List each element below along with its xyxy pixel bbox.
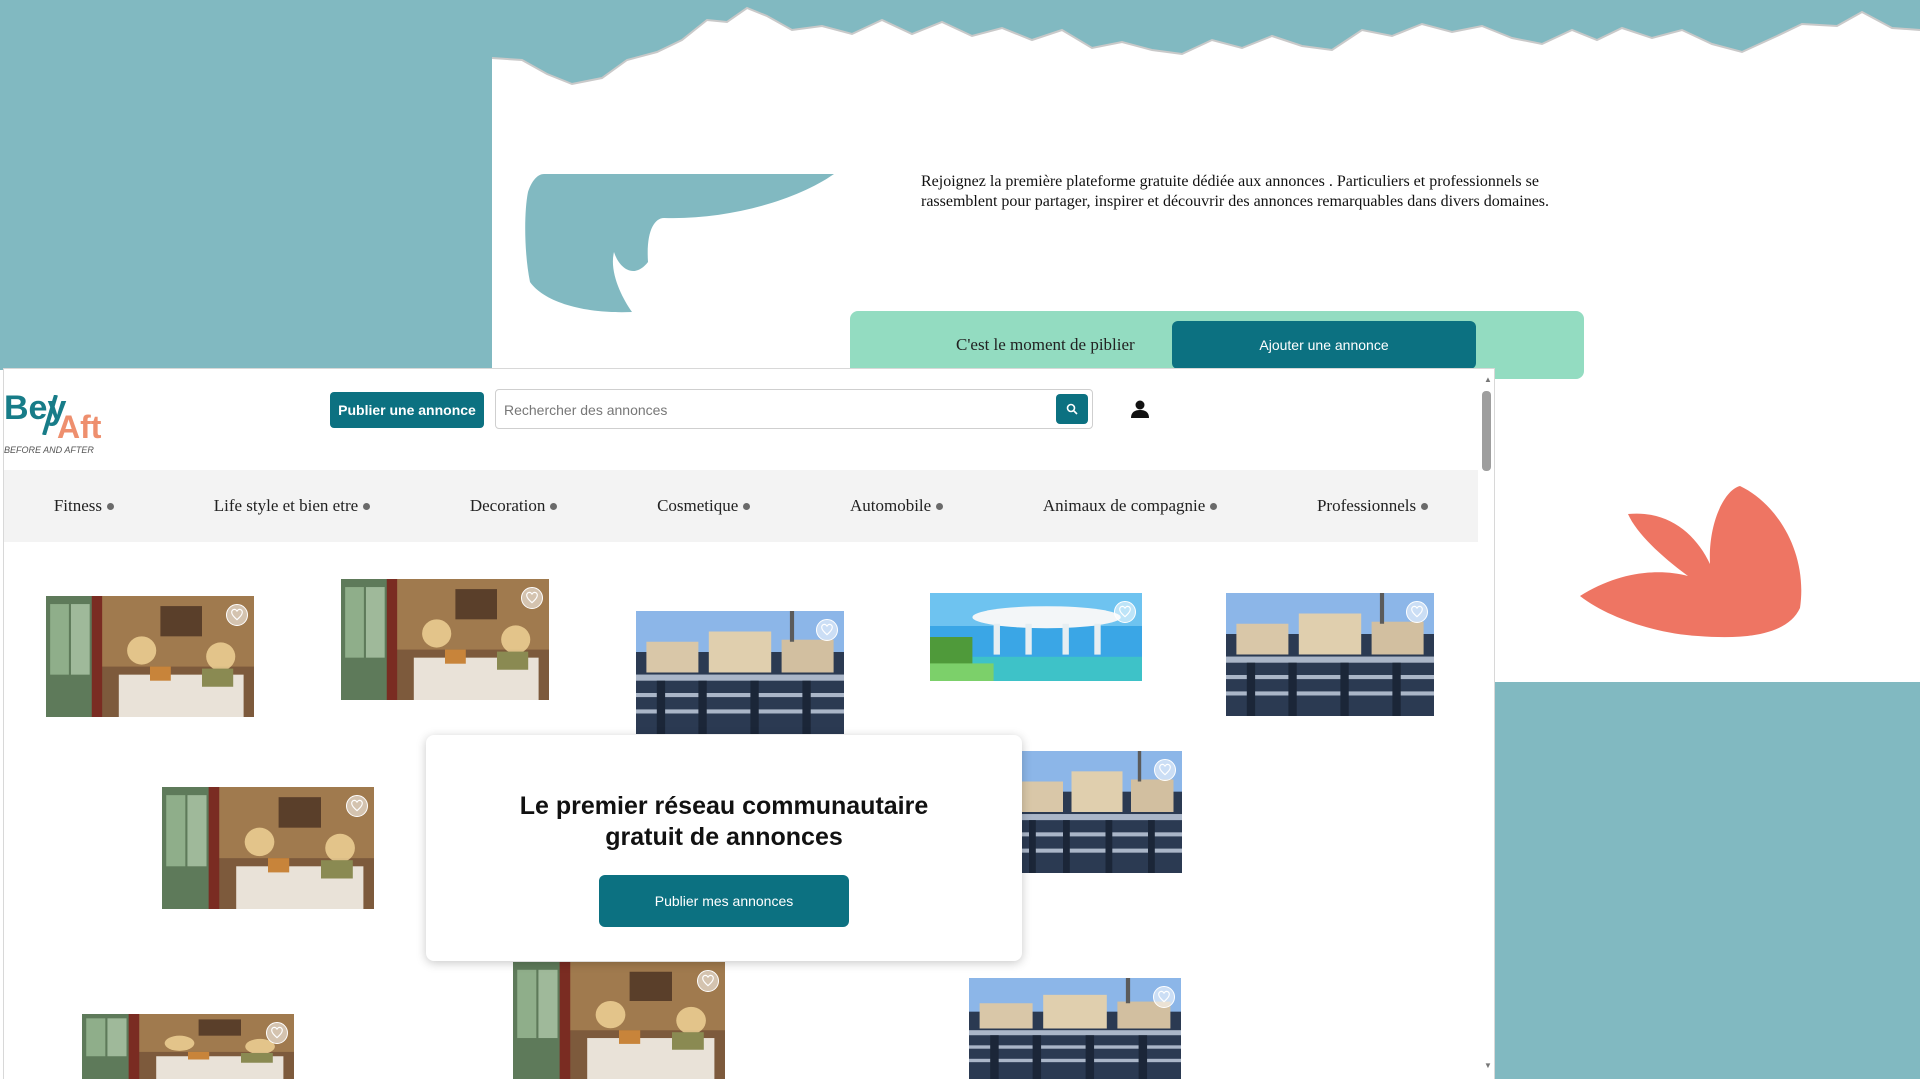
listing-card[interactable] (341, 579, 549, 700)
site-preview-window: Bey Aft BEFORE AND AFTER Publier une ann… (4, 369, 1494, 1079)
listing-card[interactable] (162, 787, 374, 909)
scroll-up-icon[interactable]: ▲ (1484, 375, 1492, 384)
favorite-button[interactable] (266, 1022, 288, 1044)
listing-card[interactable] (513, 962, 725, 1079)
nav-label: Decoration (469, 496, 546, 515)
heart-icon (701, 974, 715, 988)
listing-photo (162, 787, 374, 909)
favorite-button[interactable] (521, 587, 543, 609)
dot-icon (1421, 502, 1429, 510)
listing-card[interactable] (969, 978, 1181, 1079)
listing-card[interactable] (930, 593, 1142, 681)
nav-item-animaux[interactable]: Animaux de compagnie (1042, 496, 1218, 516)
logo-text-aft: Aft (57, 409, 102, 445)
torn-paper-edge (492, 0, 1920, 86)
listing-card[interactable] (1012, 751, 1182, 873)
nav-label: Fitness (53, 496, 103, 515)
logo-slash-icon (42, 395, 58, 435)
nav-item-fitness[interactable]: Fitness (53, 496, 115, 516)
heart-icon (1410, 605, 1424, 619)
favorite-button[interactable] (1114, 601, 1136, 623)
favorite-button[interactable] (346, 795, 368, 817)
search-bar (495, 389, 1093, 430)
nav-item-automobile[interactable]: Automobile (849, 496, 944, 516)
dot-icon (363, 502, 371, 510)
heart-icon (525, 591, 539, 605)
scrollbar[interactable] (1480, 369, 1494, 1079)
nav-item-lifestyle[interactable]: Life style et bien etre (213, 496, 371, 516)
nav-label: Cosmetique (657, 496, 739, 515)
nav-label: Life style et bien etre (213, 496, 359, 515)
dot-icon (936, 502, 944, 510)
heart-icon (1157, 990, 1171, 1004)
background-block-bottom-right (1494, 682, 1920, 1079)
listing-photo (513, 962, 725, 1079)
listing-card[interactable] (1226, 593, 1434, 716)
listing-photo (636, 611, 844, 734)
heart-icon (820, 623, 834, 637)
nav-item-professionnels[interactable]: Professionnels (1316, 496, 1429, 516)
logo-tagline: BEFORE AND AFTER (4, 445, 94, 455)
heart-icon (1158, 763, 1172, 777)
dot-icon (1210, 502, 1218, 510)
scroll-down-icon[interactable]: ▼ (1484, 1061, 1492, 1070)
favorite-button[interactable] (1154, 759, 1176, 781)
listing-photo (969, 978, 1181, 1079)
favorite-button[interactable] (1406, 601, 1428, 623)
decorative-leaf-shape (525, 174, 834, 313)
listing-photo (46, 596, 254, 717)
promo-title: Le premier réseau communautaire gratuit … (519, 792, 929, 851)
heart-icon (350, 799, 364, 813)
search-button[interactable] (1056, 394, 1088, 424)
dot-icon (743, 502, 751, 510)
dot-icon (550, 502, 558, 510)
decorative-flower-shape (1580, 486, 1802, 638)
favorite-button[interactable] (226, 604, 248, 626)
heart-icon (1118, 605, 1132, 619)
scrollbar-thumb[interactable] (1482, 391, 1491, 471)
search-input[interactable] (502, 390, 1046, 430)
favorite-button[interactable] (697, 970, 719, 992)
favorite-button[interactable] (816, 619, 838, 641)
nav-label: Animaux de compagnie (1042, 496, 1206, 515)
heart-icon (270, 1026, 284, 1040)
nav-item-decoration[interactable]: Decoration (470, 496, 558, 516)
intro-text: Rejoignez la première plateforme gratuit… (921, 173, 1550, 210)
dot-icon (107, 502, 115, 510)
add-listing-button[interactable]: Ajouter une annonce (1172, 321, 1476, 369)
nav-label: Automobile (849, 496, 932, 515)
listing-photo (82, 1014, 294, 1079)
nav-label: Professionnels (1316, 496, 1417, 515)
nav-item-cosmetique[interactable]: Cosmetique (657, 496, 751, 516)
user-icon[interactable] (1128, 397, 1152, 421)
category-nav: Fitness Life style et bien etre Decorati… (4, 470, 1478, 542)
publish-listing-button[interactable]: Publier une annonce (330, 392, 484, 428)
listing-card[interactable] (46, 596, 254, 717)
listing-card[interactable] (82, 1014, 294, 1079)
listing-photo (930, 593, 1142, 681)
background-block-top-left (0, 0, 492, 370)
heart-icon (230, 608, 244, 622)
logo[interactable]: Bey Aft BEFORE AND AFTER (4, 389, 124, 459)
listing-photo (1226, 593, 1434, 716)
favorite-button[interactable] (1153, 986, 1175, 1008)
listing-photo (341, 579, 549, 700)
listing-card[interactable] (636, 611, 844, 734)
search-icon (1066, 403, 1078, 415)
promo-card: Le premier réseau communautaire gratuit … (426, 735, 1022, 961)
publish-my-listings-button[interactable]: Publier mes annonces (599, 875, 849, 927)
